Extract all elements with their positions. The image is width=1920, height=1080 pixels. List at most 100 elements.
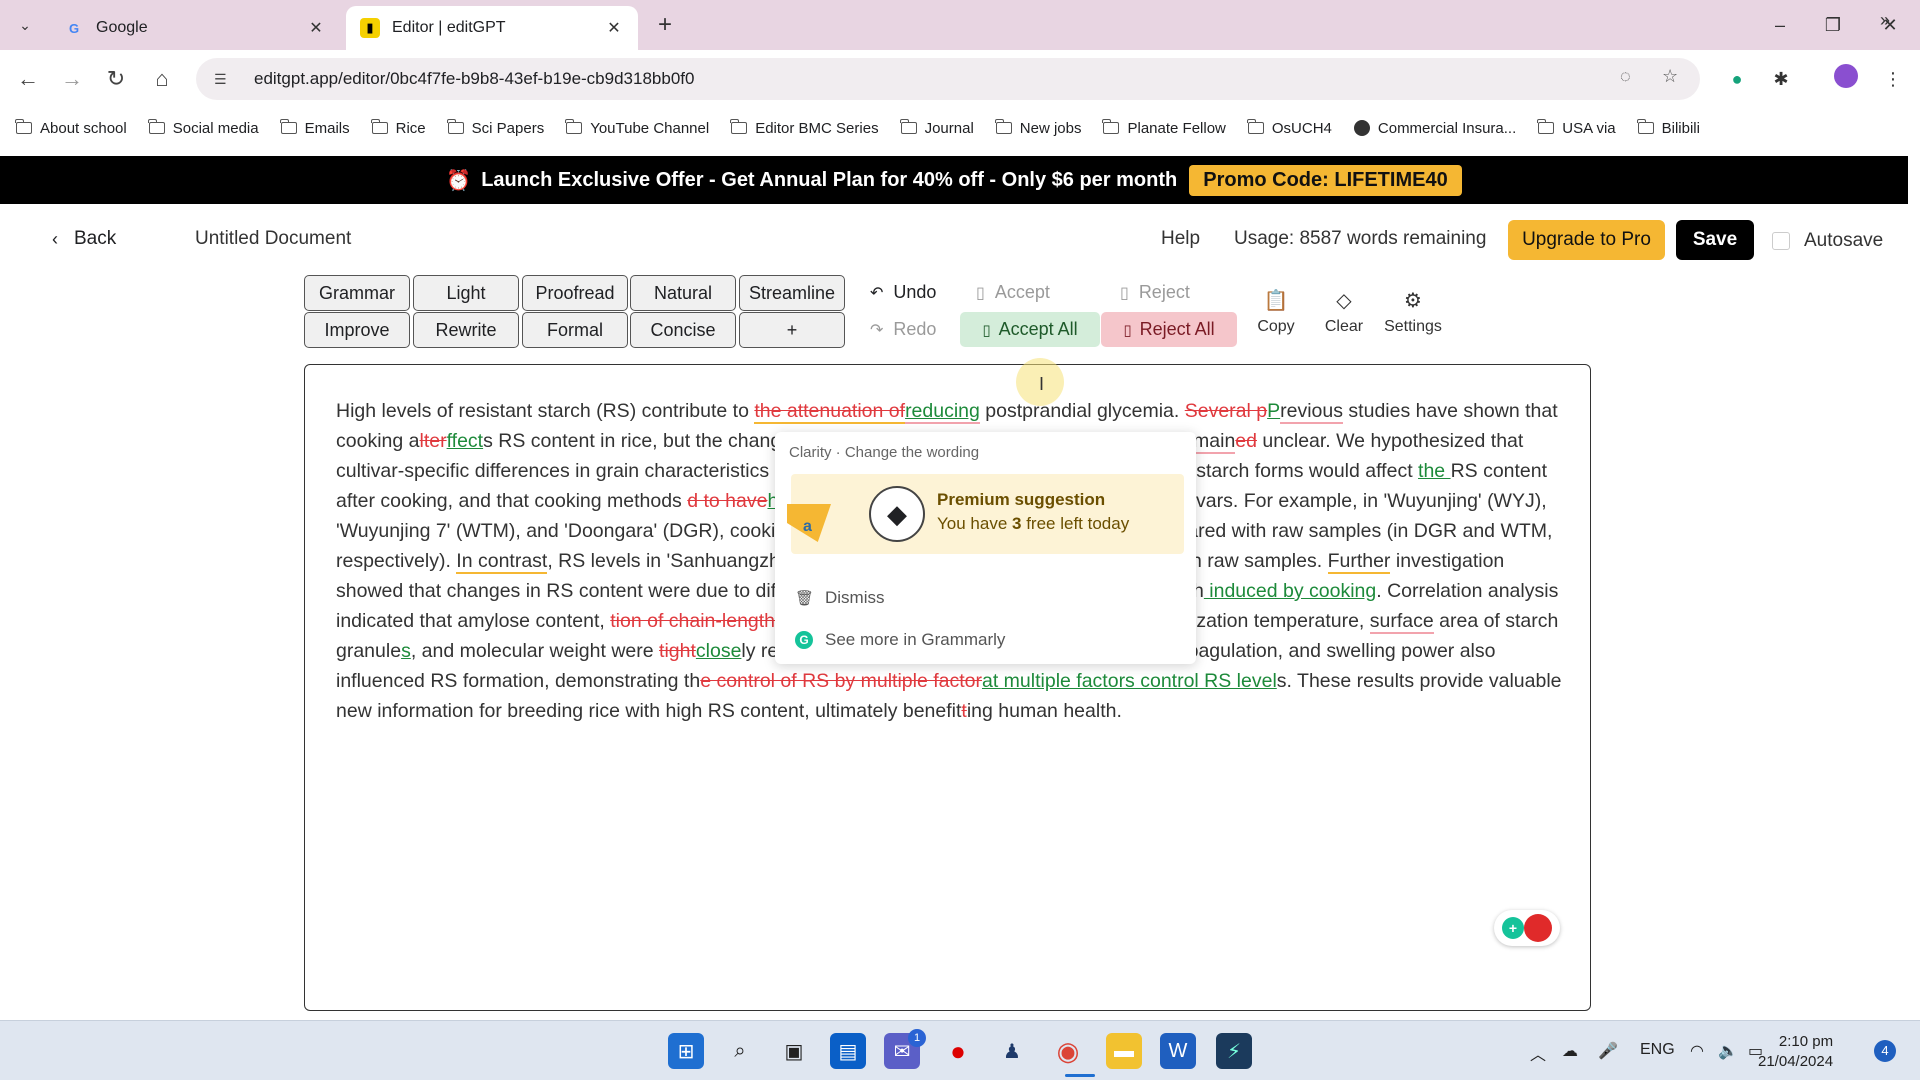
style-proofread-button[interactable]: Proofread	[522, 275, 628, 311]
word-icon[interactable]: W	[1160, 1033, 1196, 1069]
see-more-grammarly-link[interactable]: G See more in Grammarly	[795, 630, 1005, 650]
profile-avatar[interactable]	[1831, 64, 1861, 94]
record-icon[interactable]: ●	[940, 1033, 976, 1069]
tab-editgpt[interactable]: ▮ Editor | editGPT ✕	[346, 6, 638, 50]
inserted-text[interactable]: at multiple factors control RS level	[982, 670, 1277, 692]
eye-off-icon[interactable]: ◌	[1620, 66, 1631, 87]
deleted-text[interactable]: Several p	[1185, 400, 1267, 422]
inserted-text[interactable]: close	[696, 640, 742, 662]
inserted-text[interactable]: induced by cooking	[1204, 580, 1376, 602]
dismiss-button[interactable]: 🗑 Dismiss	[795, 588, 885, 608]
widgets-icon[interactable]: ▤	[830, 1033, 866, 1069]
reject-button[interactable]: ▯ Reject	[1120, 282, 1190, 303]
close-icon[interactable]: ✕	[604, 18, 624, 38]
deleted-text[interactable]: tight	[659, 640, 696, 662]
redo-button[interactable]: ↷ Redo	[870, 319, 936, 340]
microphone-icon[interactable]: 🎤	[1598, 1041, 1618, 1061]
volume-icon[interactable]: 🔈	[1718, 1041, 1738, 1061]
accept-button[interactable]: ▯ Accept	[976, 282, 1050, 303]
help-link[interactable]: Help	[1161, 228, 1200, 250]
minimize-icon[interactable]: –	[1760, 8, 1800, 42]
settings-button[interactable]: ⚙ Settings	[1383, 288, 1443, 336]
cloud-icon[interactable]: ☁	[1562, 1041, 1578, 1061]
bookmark-item[interactable]: OsUCH4	[1246, 119, 1332, 137]
chrome-icon[interactable]: ◉	[1050, 1033, 1086, 1069]
browser-menu-icon[interactable]: ⋮	[1878, 64, 1908, 94]
inserted-text[interactable]: ffect	[447, 430, 484, 452]
deleted-text[interactable]: tion of chain-length	[610, 610, 775, 632]
premium-suggestion-card[interactable]: a ◆ Premium suggestion You have 3 free l…	[787, 474, 1184, 554]
inserted-text[interactable]: the	[1418, 460, 1451, 482]
bookmark-item[interactable]: Journal	[899, 119, 974, 137]
bookmark-item[interactable]: Editor BMC Series	[730, 119, 879, 137]
upgrade-button[interactable]: Upgrade to Pro	[1508, 220, 1665, 260]
bookmark-item[interactable]: About school	[15, 119, 127, 137]
windows-start-icon[interactable]: ⊞	[668, 1033, 704, 1069]
bookmark-item[interactable]: USA via	[1537, 119, 1616, 137]
flagged-text[interactable]: revious	[1280, 400, 1344, 424]
deleted-text[interactable]: d to have	[687, 490, 767, 512]
bookmark-star-icon[interactable]: ☆	[1662, 66, 1678, 87]
style-rewrite-button[interactable]: Rewrite	[413, 312, 519, 348]
address-bar[interactable]: ☰ editgpt.app/editor/0bc4f7fe-b9b8-43ef-…	[196, 58, 1700, 100]
back-button[interactable]: ‹ Back	[52, 228, 116, 250]
home-icon[interactable]: ⌂	[146, 63, 178, 95]
notification-badge[interactable]: 4	[1874, 1040, 1896, 1062]
bookmark-item[interactable]: Emails	[279, 119, 350, 137]
bookmark-item[interactable]: Rice	[370, 119, 426, 137]
style-streamline-button[interactable]: Streamline	[739, 275, 845, 311]
undo-button[interactable]: ↶ Undo	[870, 282, 936, 303]
bookmark-item[interactable]: Planate Fellow	[1102, 119, 1226, 137]
task-view-icon[interactable]: ▣	[776, 1033, 812, 1069]
style-improve-button[interactable]: Improve	[304, 312, 410, 348]
file-explorer-icon[interactable]: ▬	[1106, 1033, 1142, 1069]
style-light-button[interactable]: Light	[413, 275, 519, 311]
app-icon[interactable]: ♟	[994, 1033, 1030, 1069]
inserted-text[interactable]: s	[401, 640, 411, 662]
extensions-puzzle-icon[interactable]: ✱	[1766, 64, 1796, 94]
input-language[interactable]: ENG	[1640, 1041, 1675, 1059]
flagged-text[interactable]: Further	[1327, 550, 1391, 574]
deleted-text[interactable]: ed	[1235, 430, 1257, 452]
forward-arrow-icon[interactable]: →	[56, 63, 88, 95]
reload-icon[interactable]: ↻	[100, 63, 132, 95]
bookmark-item[interactable]: New jobs	[994, 119, 1081, 137]
tab-search-chevron-icon[interactable]: ⌄	[10, 10, 40, 40]
window-close-icon[interactable]: ✕	[1870, 8, 1910, 42]
reject-all-button[interactable]: ▯ Reject All	[1101, 312, 1237, 347]
accept-all-button[interactable]: ▯ Accept All	[960, 312, 1100, 347]
back-arrow-icon[interactable]: ←	[12, 63, 44, 95]
close-icon[interactable]: ✕	[306, 18, 326, 38]
search-icon[interactable]: ⌕	[722, 1033, 758, 1069]
grammarly-floating-badge[interactable]: +	[1494, 910, 1560, 946]
flagged-text[interactable]: surface	[1369, 610, 1434, 634]
bookmark-item[interactable]: YouTube Channel	[565, 119, 709, 137]
save-button[interactable]: Save	[1676, 220, 1754, 260]
deleted-text[interactable]: e control of RS by multiple factor	[700, 670, 982, 692]
inserted-text[interactable]: P	[1267, 400, 1280, 422]
add-style-button[interactable]: +	[739, 312, 845, 348]
flagged-text[interactable]: In contrast	[456, 550, 548, 574]
style-concise-button[interactable]: Concise	[630, 312, 736, 348]
autosave-toggle[interactable]: Autosave	[1772, 230, 1883, 252]
new-tab-button[interactable]: +	[650, 10, 680, 40]
style-natural-button[interactable]: Natural	[630, 275, 736, 311]
terminal-app-icon[interactable]: ⚡	[1216, 1033, 1252, 1069]
copy-button[interactable]: 📋 Copy	[1246, 288, 1306, 336]
clear-button[interactable]: ◇ Clear	[1314, 288, 1374, 336]
bookmark-item[interactable]: Social media	[147, 119, 259, 137]
wifi-icon[interactable]: ◠	[1690, 1041, 1704, 1061]
inserted-text[interactable]: reducing	[905, 400, 980, 424]
restore-icon[interactable]: ❐	[1813, 8, 1853, 42]
style-formal-button[interactable]: Formal	[522, 312, 628, 348]
bookmark-item[interactable]: Sci Papers	[446, 119, 544, 137]
bookmarks-overflow-icon[interactable]: »	[1880, 10, 1890, 31]
grammarly-extension-icon[interactable]: ●	[1722, 64, 1752, 94]
document-title[interactable]: Untitled Document	[195, 228, 351, 250]
bookmark-item[interactable]: Commercial Insura...	[1353, 120, 1516, 137]
tray-overflow-icon[interactable]: ︿	[1530, 1041, 1546, 1065]
site-info-icon[interactable]: ☰	[214, 71, 238, 88]
system-clock[interactable]: 2:10 pm 21/04/2024	[1758, 1032, 1833, 1072]
tab-google[interactable]: G Google ✕	[50, 6, 340, 50]
autosave-checkbox[interactable]	[1772, 232, 1790, 250]
